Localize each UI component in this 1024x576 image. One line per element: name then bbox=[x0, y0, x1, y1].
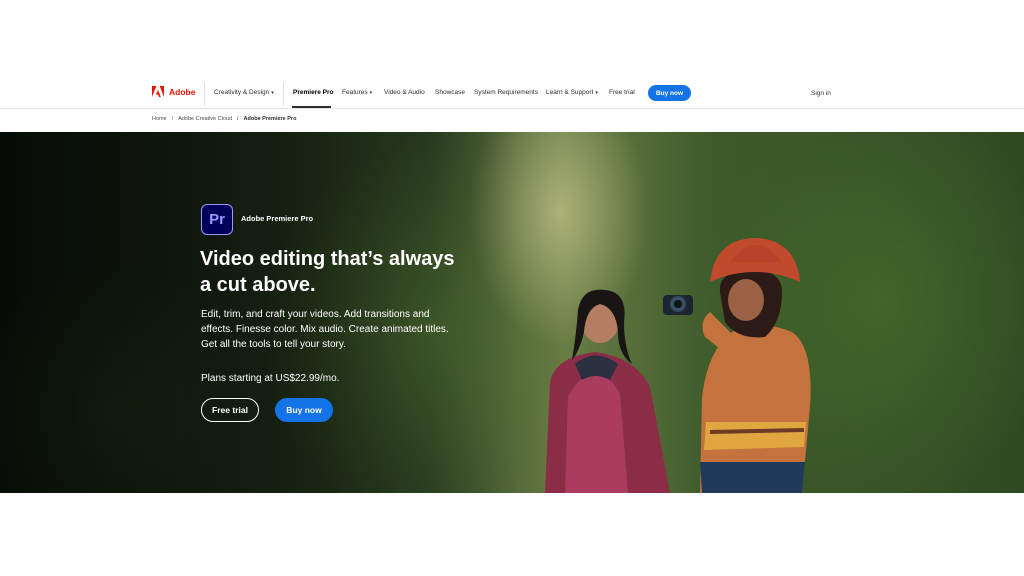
nav-divider bbox=[283, 82, 284, 106]
adobe-logo-icon bbox=[152, 86, 164, 97]
nav-item-label: Learn & Support bbox=[546, 89, 594, 96]
nav-item-label: Features bbox=[342, 89, 368, 96]
premiere-pro-app-icon: Pr bbox=[201, 204, 233, 235]
nav-item-video-audio[interactable]: Video & Audio bbox=[384, 89, 425, 96]
hero-photo-people bbox=[545, 238, 811, 493]
nav-item-creativity-design[interactable]: Creativity & Design ▾ bbox=[214, 89, 274, 96]
nav-item-label: Creativity & Design bbox=[214, 89, 270, 96]
nav-item-showcase[interactable]: Showcase bbox=[435, 89, 465, 96]
global-nav: Adobe Creativity & Design ▾ Premiere Pro… bbox=[0, 80, 1024, 109]
nav-buy-now-button[interactable]: Buy now bbox=[648, 85, 691, 101]
nav-item-label: Video & Audio bbox=[384, 89, 425, 96]
chevron-down-icon: ▾ bbox=[369, 89, 373, 96]
breadcrumb-separator: / bbox=[237, 116, 239, 122]
sign-in-link[interactable]: Sign in bbox=[811, 90, 831, 97]
breadcrumb-current: Adobe Premiere Pro bbox=[243, 116, 297, 122]
nav-divider bbox=[204, 82, 205, 106]
nav-item-label: Premiere Pro bbox=[293, 89, 334, 96]
buy-now-button[interactable]: Buy now bbox=[275, 398, 333, 422]
price-text: Plans starting at US$22.99/mo. bbox=[201, 373, 340, 384]
hero-banner: Pr Adobe Premiere Pro Video editing that… bbox=[0, 132, 1024, 493]
adobe-logo[interactable]: Adobe bbox=[152, 86, 195, 97]
hero-description: Edit, trim, and craft your videos. Add t… bbox=[201, 309, 449, 350]
nav-item-label: System Requirements bbox=[474, 89, 538, 96]
nav-item-features[interactable]: Features ▾ bbox=[342, 89, 372, 96]
breadcrumb-home[interactable]: Home bbox=[152, 116, 167, 122]
nav-item-system-requirements[interactable]: System Requirements bbox=[474, 89, 538, 96]
free-trial-button[interactable]: Free trial bbox=[201, 398, 259, 422]
nav-item-premiere-pro[interactable]: Premiere Pro bbox=[293, 89, 333, 96]
active-nav-indicator bbox=[292, 106, 331, 108]
breadcrumb: Home / Adobe Creative Cloud / Adobe Prem… bbox=[152, 116, 296, 122]
product-name: Adobe Premiere Pro bbox=[241, 214, 314, 223]
chevron-down-icon: ▾ bbox=[595, 89, 598, 96]
nav-item-label: Free trial bbox=[609, 89, 635, 96]
nav-item-label: Showcase bbox=[435, 89, 465, 96]
breadcrumb-separator: / bbox=[171, 116, 174, 122]
hero-headline: Video editing that’s always a cut above. bbox=[200, 248, 455, 296]
chevron-down-icon: ▾ bbox=[271, 89, 274, 96]
adobe-wordmark: Adobe bbox=[169, 86, 196, 97]
breadcrumb-creative-cloud[interactable]: Adobe Creative Cloud bbox=[178, 116, 232, 122]
nav-item-learn-support[interactable]: Learn & Support ▾ bbox=[546, 89, 598, 96]
nav-item-free-trial[interactable]: Free trial bbox=[609, 89, 635, 96]
